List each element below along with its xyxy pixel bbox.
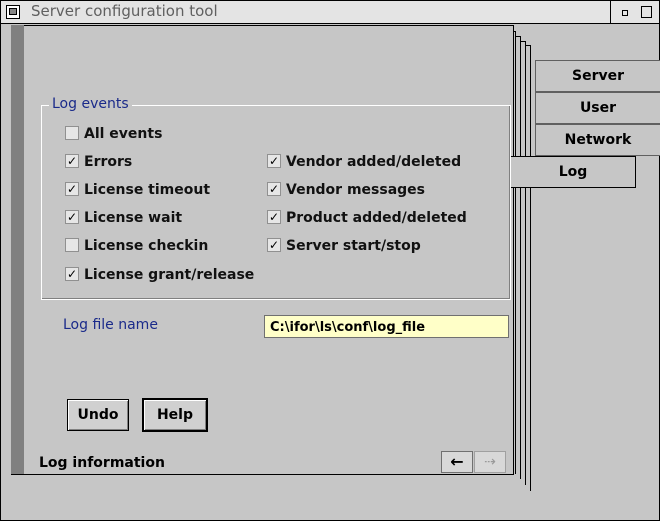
checkbox-vendor-messages-box[interactable]: ✓ (267, 182, 281, 196)
tab-log[interactable]: Log (511, 156, 636, 188)
checkbox-license-grant-release-label: License grant/release (84, 267, 255, 283)
checkbox-errors[interactable]: ✓ Errors (65, 153, 132, 171)
checkbox-license-wait-label: License wait (84, 210, 183, 226)
checkbox-license-checkin[interactable]: License checkin (65, 237, 208, 255)
checkbox-product-added-deleted-box[interactable]: ✓ (267, 210, 281, 224)
previous-page-arrow-icon[interactable]: ← (441, 451, 473, 473)
title-bar: Server configuration tool (1, 1, 659, 24)
checkbox-license-grant-release[interactable]: ✓ License grant/release (65, 266, 254, 284)
tab-network[interactable]: Network (535, 124, 660, 156)
page-binding-strip (11, 25, 24, 474)
next-page-arrow-icon[interactable]: ⇢ (474, 451, 506, 473)
checkbox-server-start-stop[interactable]: ✓ Server start/stop (267, 237, 421, 255)
app-window: Server configuration tool Server User Ne… (0, 0, 660, 521)
tab-server-label: Server (571, 68, 624, 84)
checkbox-license-timeout[interactable]: ✓ License timeout (65, 181, 210, 199)
checkbox-license-checkin-label: License checkin (84, 238, 209, 254)
log-file-name-field[interactable]: C:\ifor\ls\conf\log_file (264, 315, 509, 338)
page-navigation: ← ⇢ (441, 451, 506, 473)
checkbox-server-start-stop-label: Server start/stop (286, 238, 421, 254)
checkbox-license-timeout-box[interactable]: ✓ (65, 182, 79, 196)
checkbox-vendor-messages[interactable]: ✓ Vendor messages (267, 181, 425, 199)
checkbox-vendor-added-deleted-box[interactable]: ✓ (267, 154, 281, 168)
tab-network-label: Network (564, 132, 632, 148)
log-file-name-label: Log file name (63, 317, 158, 333)
undo-button[interactable]: Undo (67, 399, 129, 431)
window-controls (610, 1, 659, 23)
checkbox-license-checkin-box[interactable] (65, 238, 79, 252)
tab-server[interactable]: Server (535, 60, 660, 92)
tab-user[interactable]: User (535, 92, 660, 124)
checkbox-product-added-deleted[interactable]: ✓ Product added/deleted (267, 209, 467, 227)
checkbox-license-grant-release-box[interactable]: ✓ (65, 267, 79, 281)
checkbox-license-wait-box[interactable]: ✓ (65, 210, 79, 224)
checkbox-license-wait[interactable]: ✓ License wait (65, 209, 182, 227)
checkbox-errors-box[interactable]: ✓ (65, 154, 79, 168)
checkbox-errors-label: Errors (84, 154, 133, 170)
checkbox-vendor-added-deleted-label: Vendor added/deleted (286, 154, 462, 170)
system-menu-icon[interactable] (6, 5, 20, 19)
checkbox-product-added-deleted-label: Product added/deleted (286, 210, 467, 226)
checkbox-all-events-label: All events (84, 126, 163, 142)
checkbox-vendor-added-deleted[interactable]: ✓ Vendor added/deleted (267, 153, 461, 171)
checkbox-license-timeout-label: License timeout (84, 182, 211, 198)
minimize-icon[interactable] (622, 10, 628, 16)
checkbox-vendor-messages-label: Vendor messages (286, 182, 425, 198)
window-title: Server configuration tool (31, 2, 218, 20)
maximize-icon[interactable] (641, 6, 652, 18)
tab-log-label: Log (558, 164, 588, 180)
log-events-group-title: Log events (49, 96, 132, 112)
checkbox-all-events[interactable]: All events (65, 125, 162, 143)
help-button[interactable]: Help (142, 398, 208, 432)
checkbox-server-start-stop-box[interactable]: ✓ (267, 238, 281, 252)
tab-user-label: User (579, 100, 617, 116)
checkbox-all-events-box[interactable] (65, 126, 79, 140)
page-status-label: Log information (39, 455, 165, 471)
